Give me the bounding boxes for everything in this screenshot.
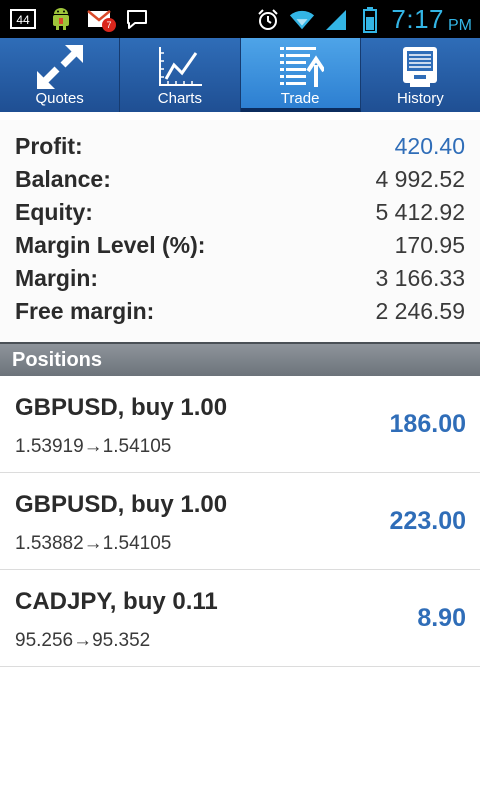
tab-history-label: History bbox=[397, 90, 444, 107]
free-margin-value: 2 246.59 bbox=[375, 298, 465, 324]
tab-charts-label: Charts bbox=[157, 90, 202, 107]
position-profit: 186.00 bbox=[389, 410, 466, 438]
margin-value: 3 166.33 bbox=[375, 265, 465, 291]
summary-free-margin-row: Free margin: 2 246.59 bbox=[15, 295, 465, 328]
tab-quotes-label: Quotes bbox=[35, 90, 84, 107]
status-system: 7:17 PM bbox=[255, 4, 472, 35]
profit-label: Profit: bbox=[15, 133, 83, 159]
tab-trade[interactable]: Trade bbox=[240, 38, 361, 112]
account-summary: Profit: 420.40 Balance: 4 992.52 Equity:… bbox=[0, 120, 480, 342]
tab-quotes[interactable]: Quotes bbox=[0, 38, 121, 112]
position-profit: 223.00 bbox=[389, 507, 466, 535]
position-prices: 95.256→95.352 bbox=[15, 630, 151, 651]
chat-bubble-icon bbox=[124, 6, 150, 32]
tab-trade-label: Trade bbox=[280, 90, 320, 107]
summary-equity-row: Equity: 5 412.92 bbox=[15, 196, 465, 229]
status-bar: 44 7 7:17 PM bbox=[0, 0, 480, 38]
gmail-icon: 7 bbox=[86, 6, 116, 32]
charts-line-icon bbox=[152, 44, 208, 90]
position-row[interactable]: GBPUSD, buy 1.00 1.53882→1.54105 223.00 bbox=[0, 473, 480, 570]
android-icon bbox=[48, 6, 74, 32]
summary-profit-row: Profit: 420.40 bbox=[15, 130, 465, 163]
battery-icon bbox=[357, 6, 383, 33]
notification-44-icon: 44 bbox=[10, 6, 36, 32]
tab-history[interactable]: History bbox=[361, 38, 480, 112]
position-prices: 1.53919→1.54105 bbox=[15, 436, 172, 457]
status-notifications: 44 7 bbox=[10, 6, 150, 32]
signal-icon bbox=[323, 7, 349, 33]
summary-balance-row: Balance: 4 992.52 bbox=[15, 163, 465, 196]
margin-level-label: Margin Level (%): bbox=[15, 232, 206, 258]
free-margin-label: Free margin: bbox=[15, 298, 155, 324]
equity-label: Equity: bbox=[15, 199, 93, 225]
position-profit: 8.90 bbox=[417, 604, 466, 632]
alarm-icon bbox=[255, 7, 281, 33]
profit-value: 420.40 bbox=[394, 133, 465, 159]
wifi-icon bbox=[289, 7, 315, 33]
position-prices: 1.53882→1.54105 bbox=[15, 533, 172, 554]
balance-value: 4 992.52 bbox=[375, 166, 465, 192]
position-title: CADJPY, buy 0.11 bbox=[15, 588, 218, 615]
position-title: GBPUSD, buy 1.00 bbox=[15, 491, 228, 518]
margin-label: Margin: bbox=[15, 265, 99, 291]
quotes-arrows-icon bbox=[32, 44, 88, 90]
svg-text:44: 44 bbox=[16, 13, 30, 27]
positions-header: Positions bbox=[0, 342, 480, 376]
position-row[interactable]: CADJPY, buy 0.11 95.256→95.352 8.90 bbox=[0, 570, 480, 667]
position-title: GBPUSD, buy 1.00 bbox=[15, 394, 228, 421]
summary-margin-row: Margin: 3 166.33 bbox=[15, 262, 465, 295]
positions-list: GBPUSD, buy 1.00 1.53919→1.54105 186.00 … bbox=[0, 376, 480, 667]
main-tab-bar: Quotes Charts Trade History bbox=[0, 38, 480, 112]
history-icon bbox=[392, 44, 448, 90]
summary-margin-level-row: Margin Level (%): 170.95 bbox=[15, 229, 465, 262]
tab-charts[interactable]: Charts bbox=[120, 38, 241, 112]
position-row[interactable]: GBPUSD, buy 1.00 1.53919→1.54105 186.00 bbox=[0, 376, 480, 473]
trade-list-icon bbox=[272, 44, 328, 90]
notification-badge: 7 bbox=[102, 18, 116, 32]
balance-label: Balance: bbox=[15, 166, 111, 192]
margin-level-value: 170.95 bbox=[394, 232, 465, 258]
status-time: 7:17 PM bbox=[391, 4, 472, 34]
equity-value: 5 412.92 bbox=[375, 199, 465, 225]
